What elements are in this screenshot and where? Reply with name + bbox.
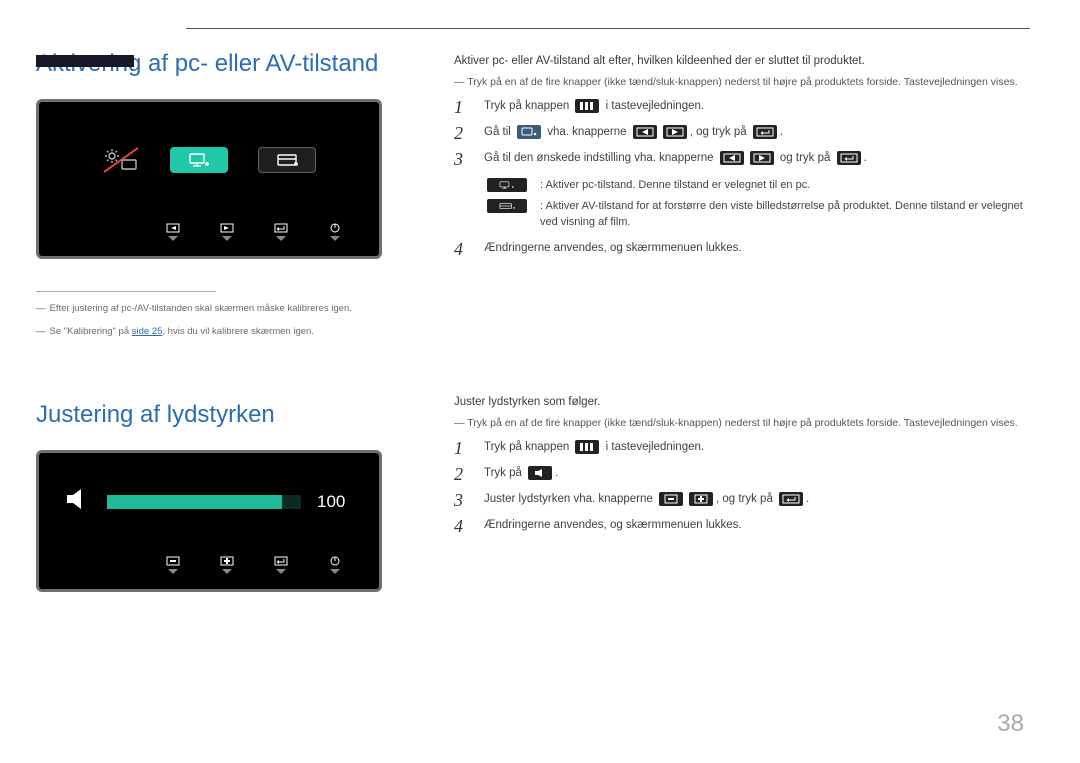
menu-icon bbox=[575, 99, 599, 113]
right-arrow-icon bbox=[750, 151, 774, 165]
osd-right-icon bbox=[219, 222, 235, 241]
pc-mode-icon bbox=[487, 178, 527, 192]
step-number: 1 bbox=[454, 439, 470, 457]
right-arrow-icon bbox=[663, 125, 687, 139]
enter-icon bbox=[753, 125, 777, 139]
step-number: 4 bbox=[454, 517, 470, 535]
enter-icon bbox=[779, 492, 803, 506]
section-pc-av-mode: Aktivering af pc- eller AV-tilstand bbox=[36, 47, 1030, 348]
s1-intro1: Aktiver pc- eller AV-tilstand alt efter,… bbox=[454, 53, 1030, 69]
mode-explanations: : Aktiver pc-tilstand. Denne tilstand er… bbox=[484, 178, 1030, 230]
minus-icon bbox=[659, 492, 683, 506]
s2-step3: Juster lydstyrken vha. knapperne , og tr… bbox=[484, 491, 809, 507]
osd-left-icon bbox=[165, 222, 181, 241]
mode-screen-preview bbox=[36, 99, 382, 259]
plus-icon bbox=[689, 492, 713, 506]
step-number: 2 bbox=[454, 124, 470, 142]
step-number: 2 bbox=[454, 465, 470, 483]
menu-icon bbox=[575, 440, 599, 454]
av-mode-pill-icon bbox=[258, 147, 316, 173]
header-divider bbox=[186, 28, 1030, 29]
source-target-icon bbox=[517, 125, 541, 139]
av-mode-icon bbox=[487, 199, 527, 213]
footnote-1: ―Efter justering af pc-/AV-tilstanden sk… bbox=[36, 302, 382, 315]
speaker-icon bbox=[65, 487, 91, 516]
left-arrow-icon bbox=[633, 125, 657, 139]
enter-icon bbox=[837, 151, 861, 165]
s1-step1: Tryk på knappen i tastevejledningen. bbox=[484, 98, 704, 114]
s1-step4: Ændringerne anvendes, og skærmmenuen luk… bbox=[484, 240, 742, 256]
page-number: 38 bbox=[997, 707, 1024, 741]
osd-plus-icon bbox=[219, 555, 235, 574]
brightness-disabled-icon bbox=[102, 146, 140, 174]
s2-intro2: ― Tryk på en af de fire knapper (ikke tæ… bbox=[454, 416, 1030, 431]
volume-value: 100 bbox=[317, 490, 357, 514]
volume-icon bbox=[528, 466, 552, 480]
step-number: 4 bbox=[454, 240, 470, 258]
header-accent-bar bbox=[36, 55, 134, 67]
volume-screen-preview: 100 bbox=[36, 450, 382, 592]
s2-step1: Tryk på knappen i tastevejledningen. bbox=[484, 439, 704, 455]
s2-intro1: Juster lydstyrken som følger. bbox=[454, 394, 1030, 410]
s1-step2: Gå til vha. knapperne , og tryk på . bbox=[484, 124, 783, 140]
osd-power-icon bbox=[327, 555, 343, 574]
step-number: 1 bbox=[454, 98, 470, 116]
section2-title: Justering af lydstyrken bbox=[36, 398, 382, 432]
volume-track bbox=[107, 495, 301, 509]
step-number: 3 bbox=[454, 150, 470, 168]
osd-power-icon bbox=[327, 222, 343, 241]
s1-step3: Gå til den ønskede indstilling vha. knap… bbox=[484, 150, 867, 166]
section-volume: Justering af lydstyrken 100 bbox=[36, 348, 1030, 592]
osd-minus-icon bbox=[165, 555, 181, 574]
s2-step4: Ændringerne anvendes, og skærmmenuen luk… bbox=[484, 517, 742, 533]
s2-step2: Tryk på . bbox=[484, 465, 558, 481]
left-arrow-icon bbox=[720, 151, 744, 165]
step-number: 3 bbox=[454, 491, 470, 509]
calibration-link[interactable]: side 25 bbox=[132, 326, 163, 337]
s1-intro2: ― Tryk på en af de fire knapper (ikke tæ… bbox=[454, 75, 1030, 90]
footnote-2: ― Se "Kalibrering" på side 25, hvis du v… bbox=[36, 325, 382, 338]
osd-enter-icon bbox=[273, 222, 289, 241]
osd-enter-icon bbox=[273, 555, 289, 574]
volume-fill bbox=[107, 495, 282, 509]
pc-mode-pill-icon bbox=[170, 147, 228, 173]
